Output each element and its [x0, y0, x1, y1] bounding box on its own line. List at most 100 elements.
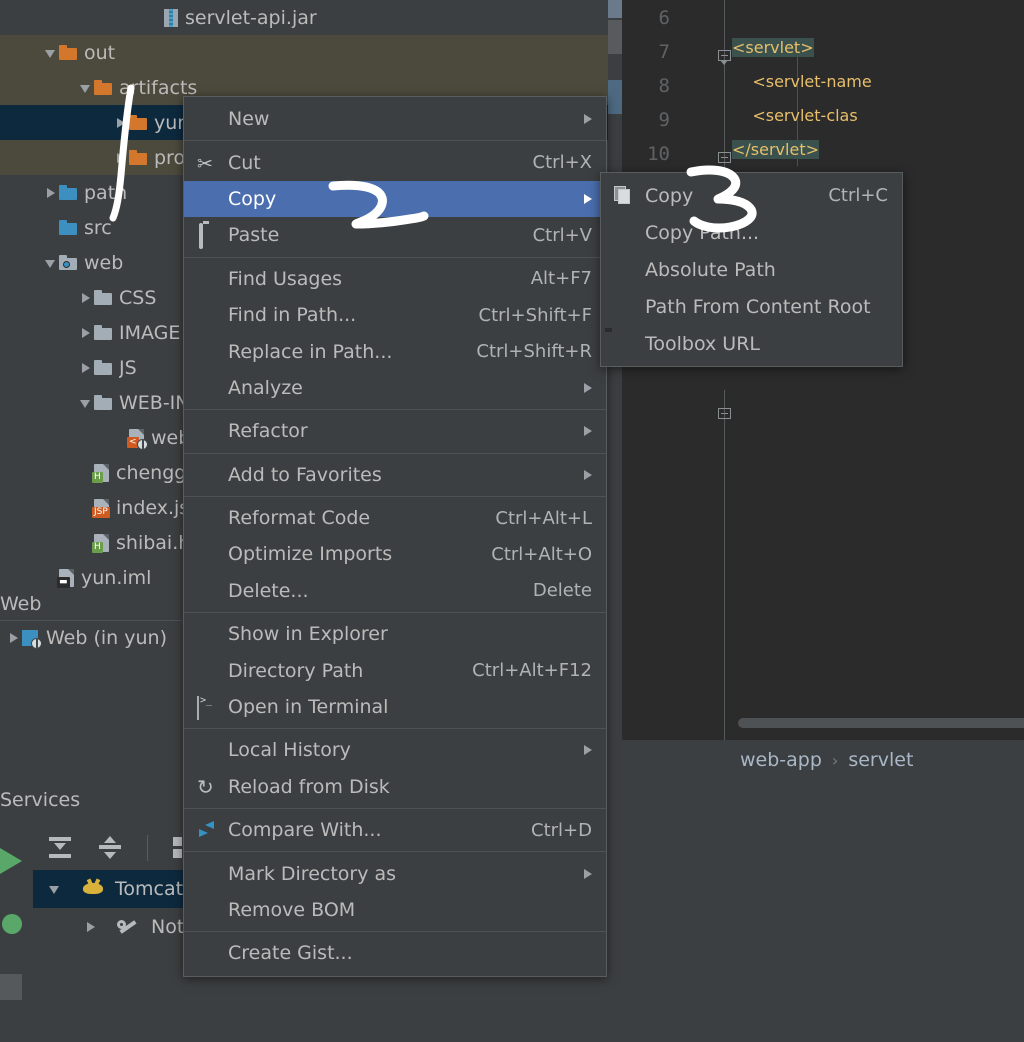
- breadcrumb-separator: ›: [831, 750, 839, 770]
- menu-item-shortcut: Ctrl+Alt+L: [495, 507, 592, 529]
- menu-item-refactor[interactable]: Refactor: [184, 413, 606, 449]
- menu-separator: [184, 931, 606, 933]
- run-toolbar-strip: [0, 826, 33, 1042]
- code-line-text[interactable]: </servlet>: [732, 140, 819, 159]
- web-artifact-icon: [22, 630, 42, 649]
- menu-item-mark-directory-as[interactable]: Mark Directory as: [184, 855, 606, 891]
- expand-arrow-icon[interactable]: [78, 360, 94, 376]
- code-line-text[interactable]: <servlet-name: [732, 72, 871, 91]
- menu-item-label: Find Usages: [228, 267, 343, 290]
- web-artifact-item[interactable]: Web (in yun): [0, 621, 182, 655]
- menu-item-paste[interactable]: Paste Ctrl+V: [184, 217, 606, 253]
- submenu-item-copy[interactable]: Copy Ctrl+C: [601, 177, 902, 214]
- menu-item-copy[interactable]: Copy: [184, 180, 606, 218]
- menu-item-compare-with[interactable]: Compare With... Ctrl+D: [184, 812, 606, 848]
- menu-item-local-history[interactable]: Local History: [184, 732, 606, 768]
- menu-item-directory-path[interactable]: Directory Path Ctrl+Alt+F12: [184, 652, 606, 688]
- menu-item-shortcut: Ctrl+Shift+F: [478, 304, 592, 326]
- tree-item-label: CSS: [119, 286, 157, 309]
- menu-item-show-in-explorer[interactable]: Show in Explorer: [184, 616, 606, 652]
- menu-item-remove-bom[interactable]: Remove BOM: [184, 892, 606, 928]
- menu-item-new[interactable]: New: [184, 101, 606, 137]
- bottom-right-panel: [608, 780, 1024, 1042]
- debug-bug-icon[interactable]: [2, 914, 22, 934]
- reload-icon: ↻: [197, 774, 214, 799]
- services-panel-title[interactable]: Services: [0, 784, 182, 816]
- expand-arrow-icon[interactable]: [43, 45, 59, 61]
- copy-icon: [614, 185, 634, 206]
- expand-arrow-icon[interactable]: [43, 185, 59, 201]
- menu-item-add-to-favorites[interactable]: Add to Favorites: [184, 457, 606, 493]
- menu-separator: [184, 409, 606, 411]
- expand-arrow-icon[interactable]: [113, 150, 129, 166]
- menu-item-label: Local History: [228, 739, 351, 762]
- menu-item-reformat-code[interactable]: Reformat Code Ctrl+Alt+L: [184, 500, 606, 536]
- wrench-icon: [117, 917, 141, 937]
- menu-item-replace-in-path[interactable]: Replace in Path... Ctrl+Shift+R: [184, 333, 606, 369]
- xml-web-file-icon: <: [127, 428, 148, 450]
- code-editor[interactable]: 6 7 <servlet> 8 <servlet-name 9 <servlet-cla…: [608, 0, 1024, 740]
- menu-item-label: Compare With...: [228, 819, 382, 842]
- folder-orange-icon: [59, 45, 77, 60]
- menu-item-label: Mark Directory as: [228, 862, 397, 885]
- menu-item-analyze[interactable]: Analyze: [184, 370, 606, 406]
- expand-arrow-icon[interactable]: [78, 395, 94, 411]
- expand-arrow-icon[interactable]: [78, 325, 94, 341]
- menu-separator: [184, 452, 606, 454]
- expand-arrow-icon[interactable]: [83, 919, 99, 935]
- fold-arrow-webapp-icon[interactable]: [718, 408, 732, 422]
- gutter-highlight-mark: [608, 80, 622, 114]
- menu-item-label: Show in Explorer: [228, 623, 388, 646]
- expand-arrow-icon[interactable]: [78, 80, 94, 96]
- submenu-item-label: Path From Content Root: [645, 295, 871, 318]
- tree-item-label: JS: [119, 356, 137, 379]
- breadcrumb-root[interactable]: web-app: [740, 749, 822, 771]
- submenu-item-path-from-content-root[interactable]: Path From Content Root: [601, 288, 902, 325]
- fold-arrow-open-icon[interactable]: [718, 50, 732, 65]
- menu-item-label: Copy: [228, 187, 277, 210]
- menu-item-optimize-imports[interactable]: Optimize Imports Ctrl+Alt+O: [184, 536, 606, 572]
- editor-horizontal-scrollbar[interactable]: [738, 718, 1024, 728]
- code-line-text[interactable]: <servlet-clas: [732, 106, 858, 125]
- expand-arrow-icon[interactable]: [113, 115, 129, 131]
- submenu-item-copy-path[interactable]: Copy Path...: [601, 214, 902, 251]
- stop-button-icon[interactable]: [0, 974, 22, 1000]
- expand-all-icon[interactable]: [47, 835, 73, 861]
- submenu-item-absolute-path[interactable]: Absolute Path: [601, 251, 902, 288]
- compare-icon: [197, 820, 217, 840]
- menu-item-create-gist[interactable]: Create Gist...: [184, 935, 606, 971]
- menu-item-delete[interactable]: Delete... Delete: [184, 573, 606, 609]
- menu-item-shortcut: Ctrl+V: [532, 224, 592, 246]
- folder-grey-icon: [94, 395, 112, 410]
- context-menu[interactable]: New ✂ Cut Ctrl+X Copy Paste Ctrl+V Find Usages A…: [183, 96, 607, 977]
- menu-item-find-in-path[interactable]: Find in Path... Ctrl+Shift+F: [184, 297, 606, 333]
- expand-arrow-icon[interactable]: [43, 255, 59, 271]
- expand-arrow-icon[interactable]: [47, 881, 63, 897]
- menu-separator: [184, 256, 606, 258]
- breadcrumb-leaf[interactable]: servlet: [848, 749, 913, 771]
- run-play-icon[interactable]: [0, 848, 22, 874]
- expand-arrow-icon[interactable]: [78, 290, 94, 306]
- tree-row[interactable]: out: [0, 35, 608, 70]
- expand-arrow-icon[interactable]: [6, 630, 22, 646]
- jsp-file-icon: JSP: [92, 498, 110, 518]
- menu-separator: [184, 851, 606, 853]
- menu-item-shortcut: Alt+F7: [530, 268, 592, 290]
- code-line-text[interactable]: <servlet>: [732, 38, 814, 57]
- submenu-item-toolbox-url[interactable]: Toolbox URL: [601, 325, 902, 362]
- fold-arrow-close-icon[interactable]: [718, 152, 732, 166]
- tree-item-label: servlet-api.jar: [185, 6, 317, 29]
- collapse-all-icon[interactable]: [97, 835, 123, 861]
- copy-submenu[interactable]: Copy Ctrl+C Copy Path... Absolute Path Path …: [600, 172, 903, 367]
- menu-item-label: Directory Path: [228, 659, 364, 682]
- menu-item-find-usages[interactable]: Find Usages Alt+F7: [184, 261, 606, 297]
- code-token: <servlet-clas: [732, 106, 858, 125]
- menu-item-cut[interactable]: ✂ Cut Ctrl+X: [184, 144, 606, 180]
- menu-item-label: Reload from Disk: [228, 775, 390, 798]
- menu-item-reload-from-disk[interactable]: ↻ Reload from Disk: [184, 769, 606, 805]
- menu-item-shortcut: Ctrl+Shift+R: [476, 341, 592, 363]
- tree-row[interactable]: servlet-api.jar: [0, 0, 608, 35]
- line-number: 6: [658, 7, 670, 29]
- submenu-arrow-icon: [584, 382, 592, 393]
- menu-item-open-in-terminal[interactable]: Open in Terminal: [184, 689, 606, 725]
